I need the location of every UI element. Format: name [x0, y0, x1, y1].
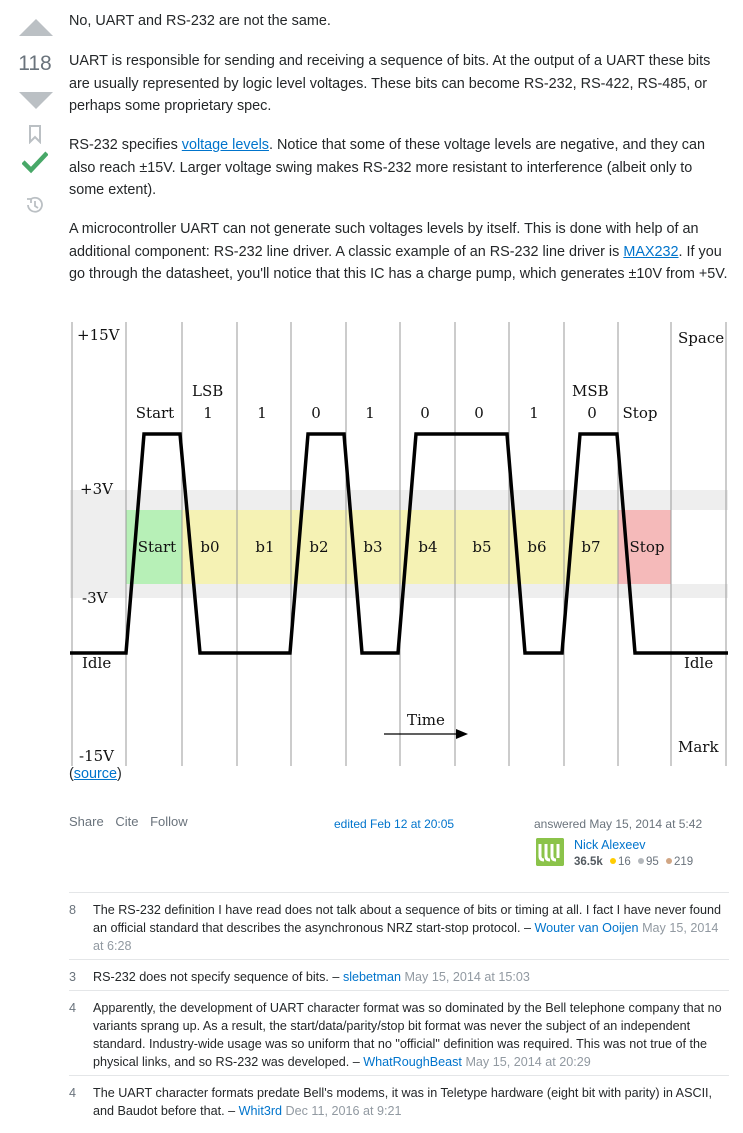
comment-body: The UART character formats predate Bell'… [93, 1084, 725, 1120]
band-label-b0: b0 [200, 538, 219, 556]
band-label-b2: b2 [309, 538, 328, 556]
comment-3: 4 Apparently, the development of UART ch… [69, 990, 729, 1071]
paragraph-3-text-a: RS-232 specifies [69, 137, 182, 153]
comment-user-link[interactable]: Wouter van Ooijen [534, 921, 638, 935]
top-label-b2: 0 [311, 404, 321, 422]
top-label-b6: 1 [529, 404, 539, 422]
paragraph-1: No, UART and RS-232 are not the same. [69, 13, 331, 29]
top-label-b7: 0 [587, 404, 597, 422]
band-label-b7: b7 [581, 538, 600, 556]
comment-4: 4 The UART character formats predate Bel… [69, 1075, 729, 1124]
comment-date: May 15, 2014 at 15:03 [404, 970, 530, 984]
top-label-b5: 0 [474, 404, 484, 422]
label-plus15v: +15V [77, 326, 121, 344]
reputation-score: 36.5k [574, 856, 603, 868]
source-close-paren: ) [117, 766, 122, 782]
voltage-levels-link[interactable]: voltage levels [182, 137, 269, 153]
comment-score: 4 [69, 1086, 77, 1100]
label-mark: Mark [678, 738, 719, 756]
top-label-start: Start [136, 404, 174, 422]
comment-date: May 15, 2014 at 20:29 [465, 1055, 591, 1069]
label-msb: MSB [572, 382, 609, 400]
comment-date: Dec 11, 2016 at 9:21 [285, 1104, 402, 1118]
gold-badge-count: 16 [617, 856, 631, 868]
upvote-arrow-icon[interactable] [19, 19, 53, 36]
source-attribution: (source) [69, 766, 122, 782]
band-label-b6: b6 [527, 538, 546, 556]
cite-link[interactable]: Cite [115, 814, 138, 829]
user-avatar[interactable] [536, 838, 564, 866]
top-label-b3: 1 [365, 404, 375, 422]
comment-text: The UART character formats predate Bell'… [93, 1086, 713, 1118]
gold-badge-icon [609, 858, 616, 865]
label-lsb: LSB [192, 382, 223, 400]
share-link[interactable]: Share [69, 814, 104, 829]
paragraph-4: A microcontroller UART can not generate … [69, 218, 729, 286]
bronze-badge-icon [665, 858, 672, 865]
paragraph-4-text-a: A microcontroller UART can not generate … [69, 221, 699, 260]
accepted-checkmark-icon [22, 151, 48, 174]
top-label-b4: 0 [420, 404, 430, 422]
post-menu: Share Cite Follow [69, 814, 196, 829]
comment-user-link[interactable]: WhatRoughBeast [363, 1055, 462, 1069]
comment-score: 3 [69, 970, 77, 984]
band-label-start: Start [138, 538, 176, 556]
bronze-badge-count: 219 [673, 856, 694, 868]
paragraph-3: RS-232 specifies voltage levels. Notice … [69, 134, 729, 202]
label-time: Time [407, 711, 445, 729]
comment-text: RS-232 does not specify sequence of bits… [93, 970, 343, 984]
history-icon[interactable] [22, 195, 48, 215]
comment-body: Apparently, the development of UART char… [93, 999, 725, 1071]
comment-score: 8 [69, 903, 77, 917]
max232-link[interactable]: MAX232 [623, 244, 678, 260]
label-minus15v: -15V [79, 747, 115, 765]
edited-link[interactable]: edited Feb 12 at 20:05 [334, 817, 454, 831]
band-label-b1: b1 [255, 538, 274, 556]
bookmark-icon[interactable] [22, 124, 48, 144]
comment-body: RS-232 does not specify sequence of bits… [93, 968, 725, 986]
uart-rs232-diagram: +15V +3V -3V -15V Idle Idle Space Mark T… [70, 322, 728, 766]
top-label-b0: 1 [203, 404, 213, 422]
silver-badge-count: 95 [645, 856, 659, 868]
user-reputation: 36.5k 16 95 219 [574, 856, 693, 868]
band-label-b5: b5 [472, 538, 491, 556]
label-minus3v: -3V [82, 589, 109, 607]
label-idle-left: Idle [82, 654, 111, 672]
comment-user-link[interactable]: Whit3rd [239, 1104, 282, 1118]
comment-body: The RS-232 definition I have read does n… [93, 901, 725, 955]
answered-date: answered May 15, 2014 at 5:42 [534, 817, 703, 831]
label-space: Space [678, 329, 724, 347]
source-link[interactable]: source [74, 766, 117, 782]
band-label-b4: b4 [418, 538, 437, 556]
paragraph-2: UART is responsible for sending and rece… [69, 53, 711, 114]
user-name-link[interactable]: Nick Alexeev [574, 838, 646, 852]
comment-score: 4 [69, 1001, 77, 1015]
comment-user-link[interactable]: slebetman [343, 970, 401, 984]
vote-count: 118 [18, 52, 52, 75]
top-label-stop: Stop [623, 404, 658, 422]
silver-badge-icon [637, 858, 644, 865]
idle-band [671, 510, 728, 584]
top-label-b1: 1 [257, 404, 267, 422]
downvote-arrow-icon[interactable] [19, 92, 53, 109]
comment-1: 8 The RS-232 definition I have read does… [69, 892, 729, 957]
label-idle-right: Idle [684, 654, 713, 672]
label-plus3v: +3V [80, 480, 114, 498]
band-label-b3: b3 [363, 538, 382, 556]
band-label-stop: Stop [630, 538, 665, 556]
comment-2: 3 RS-232 does not specify sequence of bi… [69, 959, 729, 990]
follow-link[interactable]: Follow [150, 814, 188, 829]
